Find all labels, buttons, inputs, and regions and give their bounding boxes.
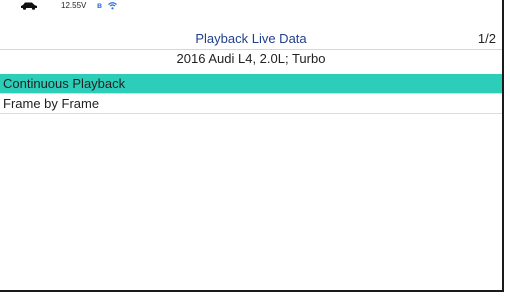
outer-margin: [504, 0, 510, 298]
car-icon: [21, 2, 37, 10]
screen-bezel-bottom: [0, 290, 504, 292]
scanner-screen: 12.55V ʙ Playback Live Data 1/2 2016 Aud…: [0, 0, 504, 298]
menu-item-frame-by-frame[interactable]: Frame by Frame: [0, 94, 502, 114]
page-title: Playback Live Data: [195, 31, 307, 46]
page-indicator: 1/2: [477, 31, 496, 46]
playback-menu: Continuous Playback Frame by Frame: [0, 74, 502, 114]
status-bar: 12.55V ʙ: [0, 0, 502, 12]
vehicle-info: 2016 Audi L4, 2.0L; Turbo: [176, 51, 326, 66]
battery-voltage: 12.55V: [61, 1, 87, 10]
header-divider: [0, 49, 502, 50]
menu-item-continuous-playback[interactable]: Continuous Playback: [0, 74, 502, 94]
bluetooth-icon: ʙ: [97, 1, 102, 10]
wifi-icon: [108, 2, 117, 10]
